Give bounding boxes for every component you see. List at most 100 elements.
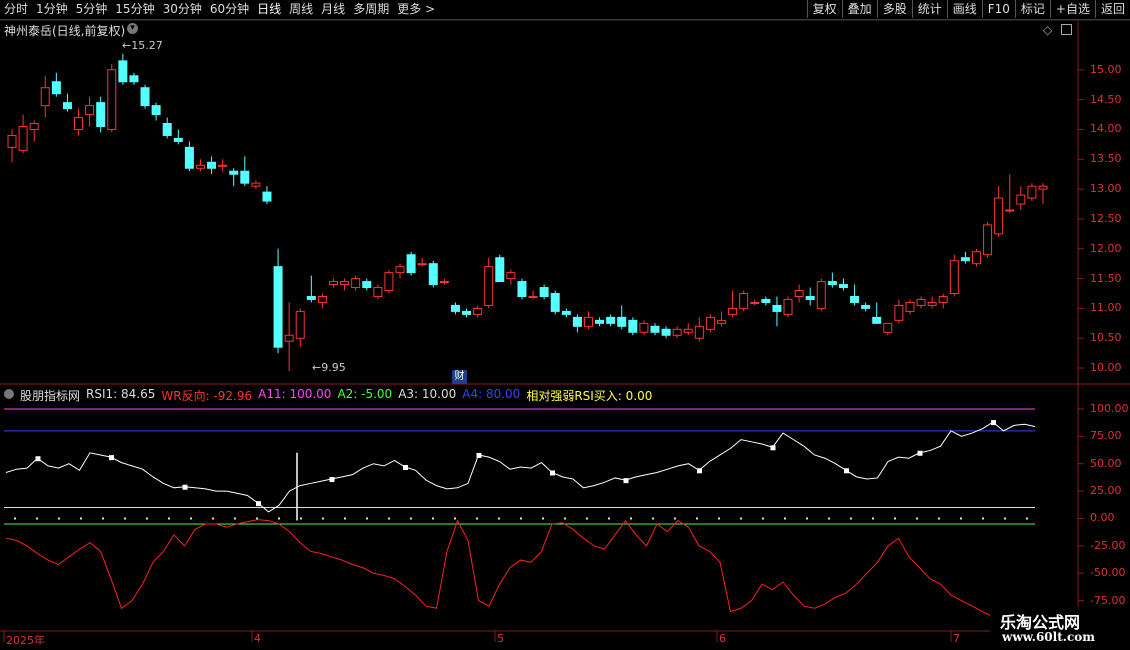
zero-dot: [850, 517, 852, 520]
zero-dot: [498, 517, 500, 520]
candle-body-62: [694, 325, 704, 339]
indicator-axis-label: 100.00: [1090, 401, 1129, 415]
candle-body-17: [195, 164, 205, 169]
candle-body-66: [739, 293, 749, 309]
zero-dot: [630, 517, 632, 520]
candle-body-68: [761, 298, 771, 303]
indicator-axis-label: 0.00: [1090, 511, 1115, 525]
candle-body-43: [484, 266, 494, 306]
candle-body-93: [1038, 185, 1048, 190]
candle-body-20: [229, 170, 239, 175]
time-axis-label: 4: [254, 632, 261, 645]
rsi-marker-87: [917, 450, 923, 456]
zero-dot: [762, 517, 764, 520]
candle-body-48: [539, 287, 549, 297]
zero-dot: [718, 517, 720, 520]
candle-body-81: [905, 301, 915, 312]
zero-dot: [36, 517, 38, 520]
zero-dot: [124, 517, 126, 520]
candle-body-41: [462, 310, 472, 315]
candle-body-34: [384, 272, 394, 292]
candle-body-79: [883, 322, 893, 333]
candle-body-78: [872, 316, 882, 324]
candle-body-0: [7, 134, 17, 148]
rsi-marker-59: [623, 478, 629, 484]
zero-dot: [806, 517, 808, 520]
rsi-marker-10: [109, 455, 114, 461]
candle-body-87: [971, 251, 981, 265]
zero-dot: [300, 517, 302, 520]
candle-body-89: [994, 197, 1004, 235]
candle-body-8: [96, 102, 106, 127]
rsi-marker-31: [329, 477, 335, 483]
zero-dot: [454, 517, 456, 520]
indicator-gear-icon[interactable]: [4, 389, 14, 399]
zero-dot: [1026, 517, 1028, 520]
zero-dot: [696, 517, 698, 520]
candle-body-18: [207, 161, 217, 169]
candle-body-84: [938, 295, 948, 303]
zero-dot: [586, 517, 588, 520]
watermark-url: www.60lt.com: [1002, 630, 1095, 644]
price-axis-label: 11.00: [1090, 301, 1122, 315]
time-axis-label: 6: [719, 632, 726, 645]
candle-body-26: [295, 310, 305, 339]
zero-dot: [938, 517, 940, 520]
candle-body-53: [595, 319, 605, 324]
candle-body-72: [805, 295, 815, 300]
candle-body-9: [107, 69, 117, 130]
zero-dot: [652, 517, 654, 520]
candle-body-50: [561, 310, 571, 315]
zero-dot: [344, 517, 346, 520]
candle-body-91: [1016, 194, 1026, 205]
candle-body-44: [495, 257, 505, 283]
candle-body-25: [284, 334, 294, 342]
rsi-marker-45: [476, 452, 482, 458]
candle-body-83: [927, 301, 937, 306]
candle-body-27: [306, 295, 316, 300]
candle-body-54: [606, 316, 616, 324]
candle-body-12: [140, 87, 150, 107]
candle-body-90: [1005, 209, 1015, 212]
zero-dot: [80, 517, 82, 520]
zero-dot: [674, 517, 676, 520]
candle-body-22: [251, 182, 261, 187]
candle-body-51: [572, 316, 582, 327]
chart-canvas[interactable]: [0, 0, 1130, 650]
candle-body-65: [728, 307, 738, 315]
candle-body-2: [29, 123, 39, 130]
zero-dot: [476, 517, 478, 520]
indicator-axis-label: 50.00: [1090, 456, 1122, 470]
candle-body-42: [473, 307, 483, 315]
zero-dot: [564, 517, 566, 520]
candle-body-77: [861, 304, 871, 309]
candle-body-64: [717, 319, 727, 324]
finance-marker[interactable]: 财: [452, 370, 467, 384]
candle-body-47: [528, 295, 538, 298]
candle-body-46: [517, 281, 527, 297]
rsi-marker-73: [770, 445, 776, 451]
indicator-value-1: WR反向: -92.96: [161, 389, 253, 403]
indicator-axis-label: -50.00: [1090, 566, 1126, 580]
zero-dot: [278, 517, 280, 520]
rsi-marker-66: [697, 468, 702, 474]
indicator-value-0: RSI1: 84.65: [86, 387, 156, 401]
candle-body-38: [428, 263, 438, 286]
price-axis-label: 12.00: [1090, 241, 1122, 255]
indicator-axis-label: 75.00: [1090, 429, 1122, 443]
candle-body-52: [583, 316, 593, 327]
candle-body-31: [351, 278, 361, 289]
zero-dot: [916, 517, 918, 520]
candle-body-19: [218, 164, 228, 167]
candle-body-80: [894, 304, 904, 321]
candle-body-36: [406, 254, 416, 274]
candle-body-73: [816, 281, 826, 309]
candle-body-40: [450, 304, 460, 312]
zero-dot: [520, 517, 522, 520]
candle-body-71: [794, 290, 804, 297]
indicator-value-3: A2: -5.00: [337, 387, 393, 401]
candle-body-37: [417, 263, 427, 266]
high-price-label: ←15.27: [122, 39, 163, 52]
candle-body-29: [328, 281, 338, 286]
candle-body-28: [317, 295, 327, 303]
